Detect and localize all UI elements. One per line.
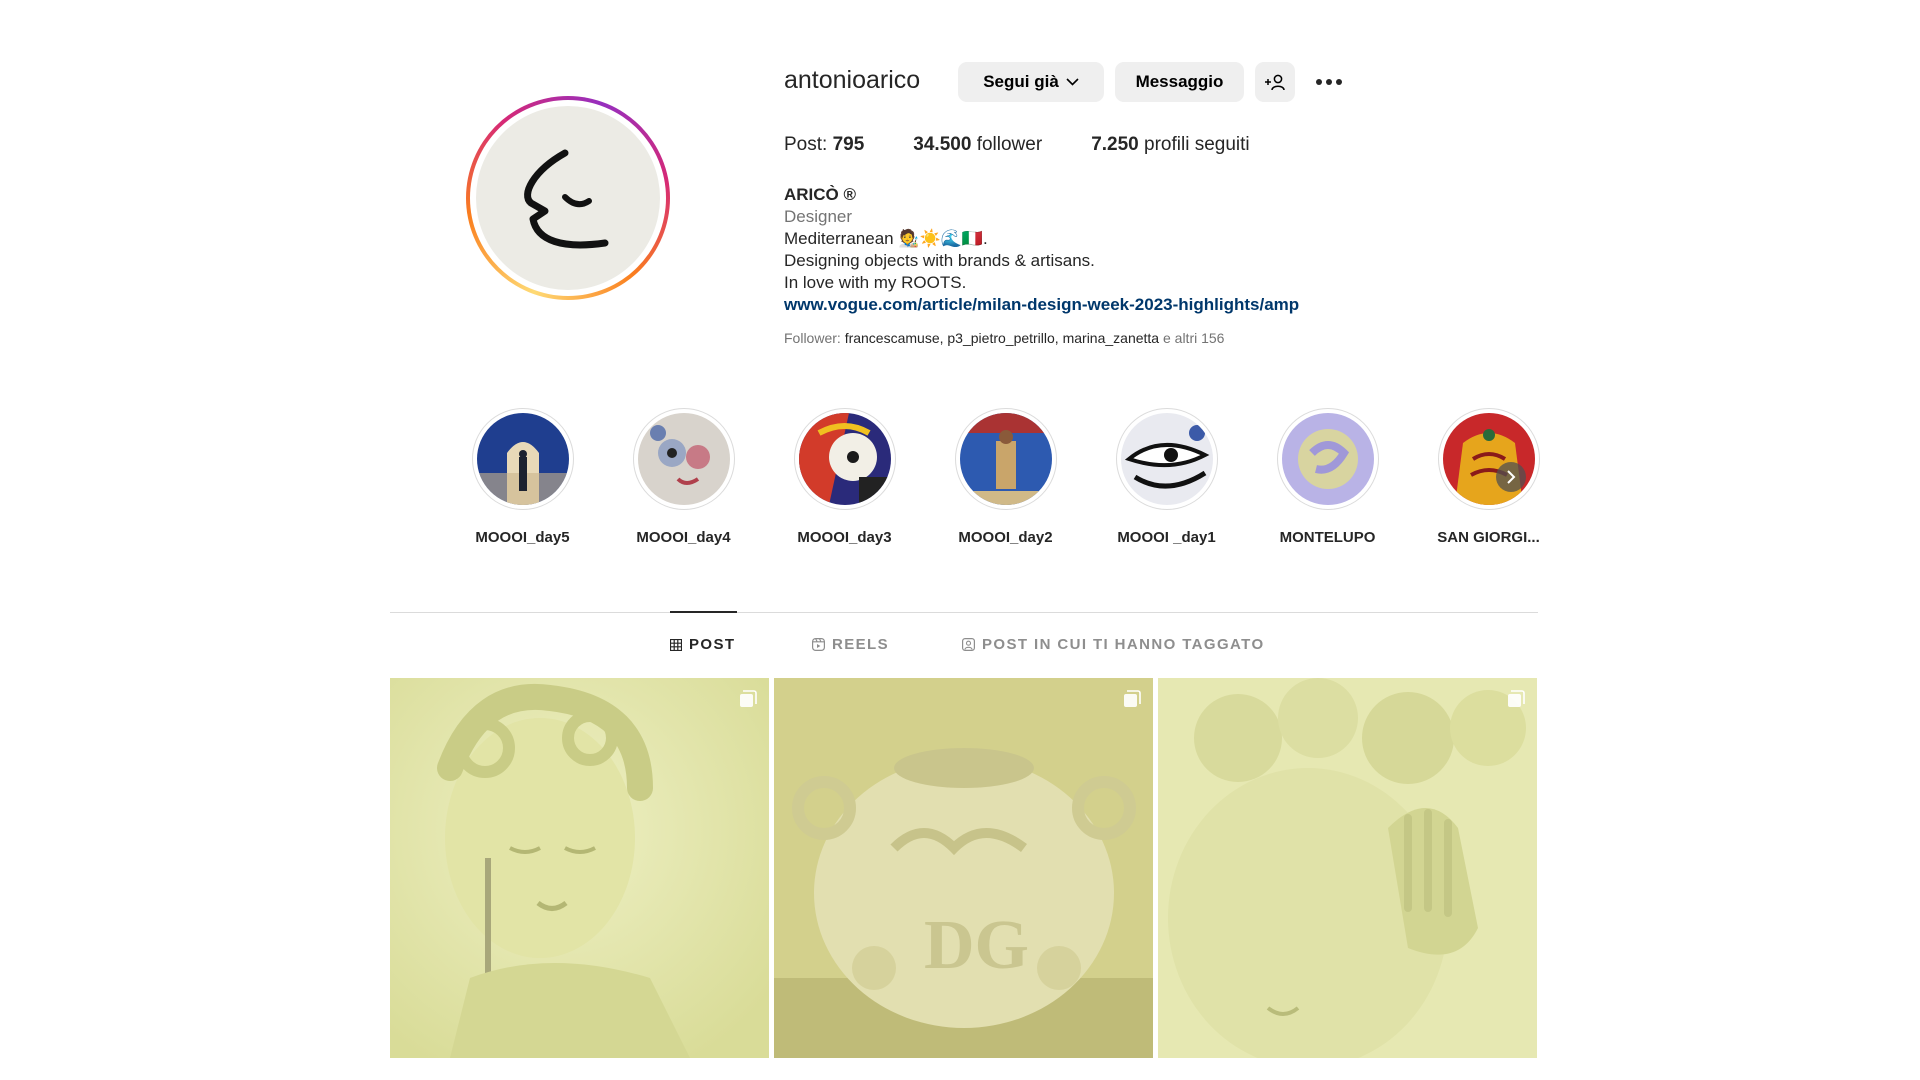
profile-category: Designer: [784, 207, 853, 226]
highlight-cover: [1281, 413, 1374, 505]
more-options-button[interactable]: [1312, 66, 1346, 98]
tab-tagged[interactable]: POST IN CUI TI HANNO TAGGATO: [962, 636, 1265, 653]
highlight-cover: [959, 413, 1052, 505]
highlight-ring: [1437, 408, 1540, 510]
highlight-cover: [637, 413, 730, 505]
profile-picture-border: [470, 100, 666, 296]
highlight-ring: [471, 408, 574, 510]
followers-value: 34.500: [913, 134, 972, 155]
posts-label: Post:: [784, 134, 828, 155]
highlight-item[interactable]: MOOOI_day3: [764, 408, 925, 546]
highlight-ring: [954, 408, 1057, 510]
profile-bio: ARICÒ ® Designer Mediterranean 🧑‍🎨☀️🌊🇮🇹.…: [784, 184, 1299, 316]
tagged-user-icon: [962, 638, 975, 651]
multiple-images-icon: [1124, 690, 1141, 707]
suggest-users-button[interactable]: [1255, 62, 1295, 102]
bio-link[interactable]: www.vogue.com/article/milan-design-week-…: [784, 294, 1299, 316]
followed-by-names: francescamuse, p3_pietro_petrillo, marin…: [844, 330, 1160, 346]
svg-text:DG: DG: [924, 907, 1029, 984]
highlight-ring: [1115, 408, 1218, 510]
tab-reels[interactable]: REELS: [812, 636, 889, 653]
highlight-ring: [793, 408, 896, 510]
following-label: profili seguiti: [1144, 134, 1250, 155]
chevron-down-icon: [1066, 78, 1079, 86]
highlight-item[interactable]: MOOOI_day4: [603, 408, 764, 546]
message-button[interactable]: Messaggio: [1115, 62, 1244, 102]
following-count[interactable]: 7.250 profili seguiti: [1091, 134, 1249, 156]
posts-value: 795: [832, 134, 865, 155]
profile-picture-ring[interactable]: [466, 96, 670, 300]
followed-by-prefix: Follower:: [784, 330, 845, 346]
multiple-images-icon: [1508, 690, 1525, 707]
grid-icon: [670, 638, 682, 651]
post-thumbnail[interactable]: [1158, 678, 1537, 1058]
message-button-label: Messaggio: [1135, 72, 1224, 91]
profile-display-name: ARICÒ ®: [784, 185, 857, 204]
story-highlights: MOOOI_day5 MOOOI_day4 MOOOI_day3 MOOOI_d…: [442, 408, 1569, 546]
profile-stats: Post: 795 34.500 follower 7.250 profili …: [784, 134, 1299, 156]
arico-logo-icon: [524, 149, 609, 249]
highlight-label: MOOOI _day1: [1117, 529, 1216, 546]
bio-line: In love with my ROOTS.: [784, 273, 967, 292]
tab-posts-label: POST: [689, 636, 736, 653]
tab-posts[interactable]: POST: [670, 636, 735, 653]
profile-picture[interactable]: [476, 106, 660, 290]
highlight-label: MOOOI_day3: [797, 529, 892, 546]
highlight-cover: [1442, 413, 1535, 505]
tab-tagged-label: POST IN CUI TI HANNO TAGGATO: [982, 636, 1265, 653]
highlight-label: SAN GIORGI...: [1437, 529, 1540, 546]
more-options-icon: [1316, 79, 1342, 85]
bio-line: Mediterranean 🧑‍🎨☀️🌊🇮🇹.: [784, 229, 988, 248]
highlight-item[interactable]: SAN GIORGI...: [1408, 408, 1569, 546]
post-image: [390, 678, 769, 1058]
tabs-divider: [390, 612, 1538, 613]
following-dropdown-button[interactable]: Segui già: [958, 62, 1104, 102]
highlight-label: MOOOI_day2: [958, 529, 1053, 546]
page-bottom-edge: [0, 1058, 1920, 1080]
posts-count: Post: 795: [784, 134, 864, 156]
highlight-item[interactable]: MOOOI _day1: [1086, 408, 1247, 546]
highlight-label: MONTELUPO: [1279, 529, 1376, 546]
tab-reels-label: REELS: [832, 636, 890, 653]
highlight-ring: [632, 408, 735, 510]
post-thumbnail[interactable]: [390, 678, 769, 1058]
highlight-cover: [798, 413, 891, 505]
followers-label: follower: [976, 134, 1043, 155]
followed-by-suffix: e altri 156: [1159, 330, 1225, 346]
add-user-icon: [1265, 74, 1285, 91]
highlight-label: MOOOI_day4: [636, 529, 731, 546]
multiple-images-icon: [740, 690, 757, 707]
highlight-ring: [1276, 408, 1379, 510]
profile-username: antonioarico: [784, 66, 921, 94]
post-image: DG: [774, 678, 1153, 1058]
followers-count[interactable]: 34.500 follower: [913, 134, 1042, 156]
highlight-cover: [476, 413, 569, 505]
active-tab-indicator: [670, 611, 737, 613]
highlight-cover: [1120, 413, 1213, 505]
highlight-label: MOOOI_day5: [475, 529, 570, 546]
highlight-item[interactable]: MOOOI_day2: [925, 408, 1086, 546]
followed-by[interactable]: Follower: francescamuse, p3_pietro_petri…: [784, 330, 1224, 346]
highlight-item[interactable]: MONTELUPO: [1247, 408, 1408, 546]
highlight-item[interactable]: MOOOI_day5: [442, 408, 603, 546]
bio-line: Designing objects with brands & artisans…: [784, 251, 1095, 270]
reels-icon: [812, 638, 825, 651]
chevron-right-icon: [1507, 470, 1516, 484]
highlights-next-button[interactable]: [1496, 462, 1526, 492]
post-image: [1158, 678, 1537, 1058]
post-thumbnail[interactable]: DG: [774, 678, 1153, 1058]
following-value: 7.250: [1091, 134, 1139, 155]
following-button-label: Segui già: [983, 72, 1059, 91]
